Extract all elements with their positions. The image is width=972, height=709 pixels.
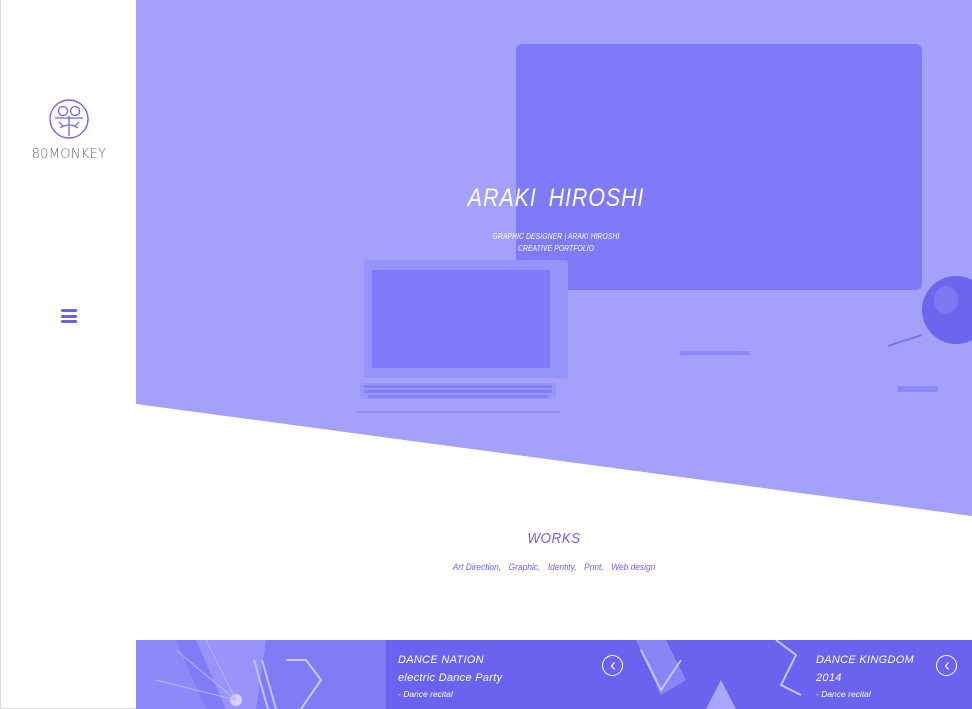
work-card-info[interactable]: DANCE NATION electric Dance Party - Danc… <box>398 640 628 709</box>
hero-workspace-image <box>136 0 972 516</box>
tag-link[interactable]: Identity, <box>548 562 577 573</box>
brand-logo[interactable]: 80MONKEY <box>1 98 137 162</box>
tag-link[interactable]: Art Direction, <box>453 562 501 573</box>
tag-link[interactable]: Print, <box>584 562 604 573</box>
card-title-line2: electric Dance Party <box>398 672 503 684</box>
hero-subtitle: GRAPHIC DESIGNER | ARAKI HIROSHI CREATIV… <box>441 231 671 255</box>
work-card-image[interactable] <box>636 640 806 709</box>
tag-link[interactable]: Graphic, <box>509 562 541 573</box>
menu-bar <box>61 314 77 318</box>
works-strip: DANCE NATION electric Dance Party - Danc… <box>136 640 972 709</box>
card-category: - Dance recital <box>816 689 871 699</box>
monkey-logo-icon <box>49 99 89 139</box>
sidebar: 80MONKEY <box>0 0 136 709</box>
work-card-image[interactable] <box>136 640 386 709</box>
chevron-left-icon <box>944 661 949 670</box>
carousel-prev-button[interactable] <box>602 655 623 676</box>
hero-title: ARAKI HIROSHI <box>467 184 645 212</box>
card-title: DANCE NATION <box>398 654 484 666</box>
chevron-left-icon <box>610 661 615 670</box>
menu-bar <box>61 320 77 323</box>
hamburger-menu-icon[interactable] <box>61 309 77 323</box>
dance-kingdom-thumbnail <box>636 640 806 709</box>
hero-banner: ARAKI HIROSHI GRAPHIC DESIGNER | ARAKI H… <box>136 0 972 520</box>
hero-subtitle-line: CREATIVE PORTFOLIO <box>517 244 595 253</box>
works-title: WORKS <box>527 530 581 547</box>
dance-nation-thumbnail <box>136 640 386 709</box>
menu-bar <box>61 309 77 312</box>
tag-link[interactable]: Web design <box>611 562 655 573</box>
carousel-prev-button[interactable] <box>936 655 957 676</box>
brand-name: 80MONKEY <box>31 147 107 162</box>
works-section: WORKS Art Direction, Graphic, Identity, … <box>136 530 972 573</box>
card-category: - Dance recital <box>398 689 453 699</box>
hero-text-block: ARAKI HIROSHI GRAPHIC DESIGNER | ARAKI H… <box>421 184 691 255</box>
hero-subtitle-line: GRAPHIC DESIGNER | ARAKI HIROSHI <box>492 232 620 241</box>
works-tags: Art Direction, Graphic, Identity, Print,… <box>186 562 922 573</box>
